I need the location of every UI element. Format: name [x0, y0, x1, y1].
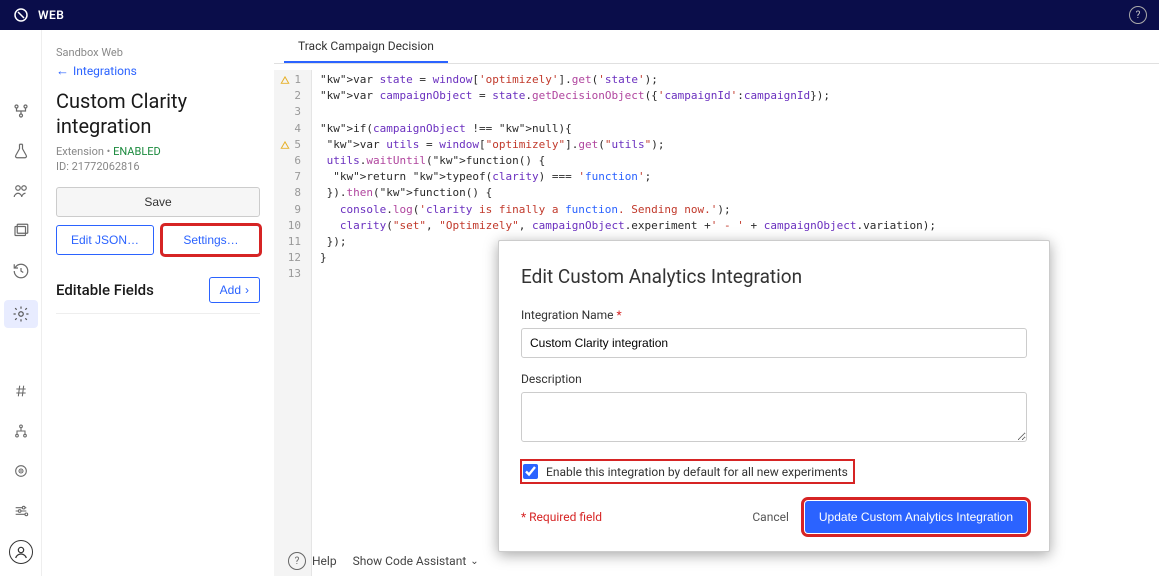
enable-default-label: Enable this integration by default for a… [546, 465, 848, 479]
chevron-right-icon: › [245, 283, 249, 297]
logo-icon [12, 6, 30, 24]
back-label: Integrations [73, 64, 137, 78]
icon-rail [0, 30, 42, 576]
experiments-icon[interactable] [10, 100, 32, 122]
modal-title: Edit Custom Analytics Integration [521, 265, 1027, 288]
tab-bar: Track Campaign Decision [274, 30, 1159, 64]
edit-integration-modal: Edit Custom Analytics Integration Integr… [498, 240, 1050, 552]
help-icon[interactable]: ? [1129, 6, 1147, 24]
chevron-down-icon: ⌄ [470, 556, 478, 567]
code-gutter: 12345678910111213 [274, 70, 312, 576]
avatar-icon[interactable] [9, 540, 33, 564]
update-integration-button[interactable]: Update Custom Analytics Integration [805, 501, 1027, 533]
breadcrumb: Sandbox Web [56, 46, 260, 59]
integration-name-input[interactable] [521, 328, 1027, 358]
pages-icon[interactable] [10, 220, 32, 242]
settings-icon[interactable] [4, 300, 38, 328]
top-bar: WEB ? [0, 0, 1159, 30]
edit-json-button[interactable]: Edit JSON… [56, 225, 154, 255]
description-textarea[interactable] [521, 392, 1027, 442]
topbar-left: WEB [12, 6, 64, 24]
history-icon[interactable] [10, 260, 32, 282]
side-panel: Sandbox Web ← Integrations Custom Clarit… [42, 30, 274, 576]
settings-button[interactable]: Settings… [162, 225, 260, 255]
footer-help[interactable]: ? Help [288, 552, 337, 570]
editable-fields-heading: Editable Fields [56, 281, 154, 299]
editor-footer: ? Help Show Code Assistant ⌄ [274, 546, 479, 576]
target-icon[interactable] [10, 460, 32, 482]
app-name: WEB [38, 8, 64, 22]
cancel-button[interactable]: Cancel [752, 510, 789, 524]
back-link[interactable]: ← Integrations [56, 63, 137, 79]
arrow-left-icon: ← [56, 63, 69, 79]
extension-status: Extension • ENABLED [56, 145, 260, 158]
add-button[interactable]: Add › [209, 277, 260, 303]
help-icon: ? [288, 552, 306, 570]
integration-name-label: Integration Name * [521, 308, 1027, 322]
audiences-icon[interactable] [10, 180, 32, 202]
enable-default-row[interactable]: Enable this integration by default for a… [521, 460, 854, 483]
sliders-icon[interactable] [10, 500, 32, 522]
required-field-text: * Required field [521, 510, 602, 524]
enable-default-checkbox[interactable] [523, 464, 538, 479]
tab-track-campaign[interactable]: Track Campaign Decision [284, 31, 448, 63]
hierarchy-icon[interactable] [10, 420, 32, 442]
page-title: Custom Clarity integration [56, 89, 260, 139]
extension-id: ID: 21772062816 [56, 160, 260, 173]
hash-icon[interactable] [10, 380, 32, 402]
save-button[interactable]: Save [56, 187, 260, 217]
footer-code-assistant[interactable]: Show Code Assistant ⌄ [353, 554, 479, 568]
flask-icon[interactable] [10, 140, 32, 162]
description-label: Description [521, 372, 1027, 386]
